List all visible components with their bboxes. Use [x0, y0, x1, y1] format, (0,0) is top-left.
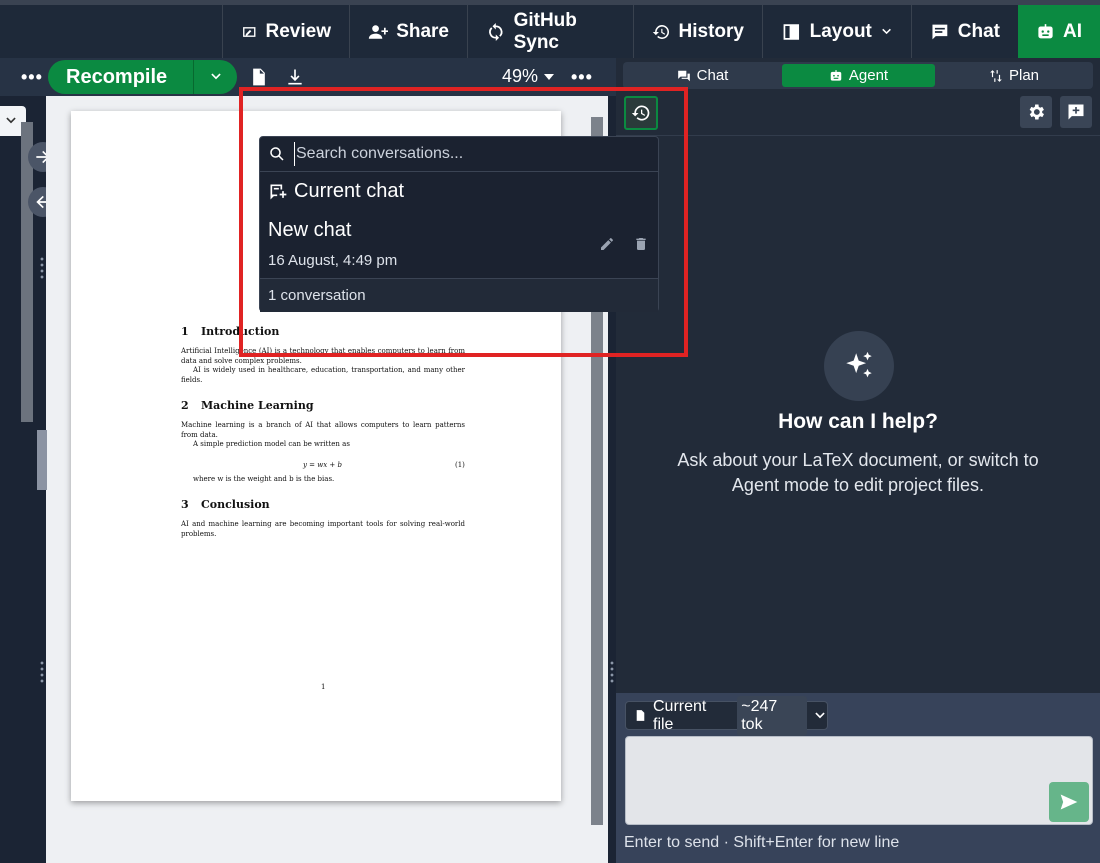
- layout-label: Layout: [809, 20, 872, 42]
- pencil-icon: [601, 238, 613, 250]
- empty-state-description: Ask about your LaTeX document, or switch…: [677, 450, 1039, 495]
- new-chat-icon: [270, 184, 287, 199]
- file-chip-label: Current file: [653, 697, 707, 733]
- top-toolbar: Review Share GitHub Sync History Layout …: [0, 0, 1100, 58]
- section-heading: 2 Machine Learning: [181, 399, 314, 412]
- paragraph: where w is the weight and b is the bias.: [193, 475, 335, 483]
- chevron-down-icon: [815, 712, 825, 718]
- paragraph: Artificial Intelligence (AI) is a techno…: [181, 347, 465, 384]
- send-button[interactable]: [1049, 782, 1089, 822]
- history-button[interactable]: History: [633, 5, 762, 58]
- expand-panel-tab[interactable]: [37, 430, 47, 490]
- conversation-title: New chat: [268, 219, 352, 241]
- chat-icon: [932, 24, 948, 39]
- conversation-date: 16 August, 4:49 pm: [268, 252, 398, 269]
- download-icon[interactable]: [285, 66, 305, 88]
- resize-handle-right[interactable]: [610, 660, 614, 684]
- paragraph: Machine learning is a branch of AI that …: [181, 421, 465, 448]
- robot-icon: [1038, 23, 1053, 38]
- layout-icon: [783, 23, 800, 40]
- sync-icon: [489, 22, 503, 41]
- empty-state-title: How can I help?: [778, 410, 938, 433]
- chevron-down-icon: [6, 117, 16, 124]
- recompile-button[interactable]: Recompile: [48, 60, 237, 94]
- equation: y = wx + b: [303, 461, 343, 469]
- conversation-count: 1 conversation: [260, 278, 658, 312]
- tab-agent-label: Agent: [848, 67, 889, 84]
- chat-bubbles-icon: [677, 70, 690, 81]
- zoom-value: 49%: [502, 66, 539, 86]
- pdf-more-button[interactable]: •••: [571, 68, 593, 86]
- toolbar-spacer: [0, 5, 222, 58]
- mode-tabs: Chat Agent Plan: [623, 62, 1093, 89]
- equation-number: (1): [455, 461, 465, 469]
- resize-handle-left-bottom[interactable]: [40, 660, 44, 684]
- new-chat-button[interactable]: [1060, 96, 1092, 128]
- message-input[interactable]: [625, 736, 1093, 825]
- tab-agent[interactable]: Agent: [782, 64, 935, 87]
- document-icon[interactable]: [249, 66, 269, 88]
- caret-down-icon: [544, 73, 555, 80]
- rename-button[interactable]: [599, 236, 615, 252]
- chat-label: Chat: [957, 20, 1000, 42]
- delete-button[interactable]: [633, 236, 649, 252]
- sparkles-icon: [824, 331, 894, 401]
- chat-button[interactable]: Chat: [911, 5, 1018, 58]
- current-chat-label: Current chat: [294, 180, 405, 202]
- token-count-badge: ~247 tok: [737, 695, 808, 736]
- review-label: Review: [265, 20, 331, 42]
- conversation-search: [260, 137, 658, 172]
- review-button[interactable]: Review: [222, 5, 349, 58]
- chevron-down-icon: [210, 73, 221, 80]
- tab-chat[interactable]: Chat: [625, 64, 780, 87]
- robot-icon: [830, 69, 842, 81]
- current-chat-item[interactable]: Current chat: [268, 180, 404, 203]
- search-icon: [270, 147, 284, 161]
- section-heading: 3 Conclusion: [181, 498, 270, 511]
- history-icon: [631, 105, 650, 121]
- history-label: History: [678, 20, 744, 42]
- history-icon: [652, 24, 670, 39]
- send-icon: [1060, 794, 1078, 810]
- resize-handle-left[interactable]: [40, 256, 44, 280]
- trash-icon: [636, 238, 646, 250]
- plan-icon: [990, 69, 1002, 82]
- recompile-dropdown[interactable]: [193, 60, 237, 94]
- ai-button[interactable]: AI: [1018, 5, 1100, 58]
- section-heading: 1 Introduction: [181, 325, 280, 338]
- search-input[interactable]: [294, 142, 634, 166]
- settings-button[interactable]: [1020, 96, 1052, 128]
- add-user-icon: [368, 24, 389, 39]
- share-label: Share: [396, 20, 449, 42]
- conversation-history-popup: Current chat New chat 16 August, 4:49 pm…: [259, 136, 659, 312]
- paragraph: AI and machine learning are becoming imp…: [181, 520, 465, 538]
- github-sync-button[interactable]: GitHub Sync: [467, 5, 633, 58]
- zoom-select[interactable]: 49%: [502, 66, 555, 87]
- tab-chat-label: Chat: [696, 67, 729, 84]
- ai-label: AI: [1063, 20, 1082, 42]
- github-sync-label: GitHub Sync: [513, 9, 577, 53]
- composer-hint: Enter to send · Shift+Enter for new line: [624, 834, 900, 851]
- context-file-chip[interactable]: Current file ~247 tok: [625, 695, 828, 736]
- layout-button[interactable]: Layout: [762, 5, 911, 58]
- conversation-item[interactable]: New chat 16 August, 4:49 pm: [260, 215, 658, 277]
- tab-plan[interactable]: Plan: [937, 64, 1091, 87]
- recompile-label: Recompile: [66, 65, 168, 88]
- gear-icon: [1029, 104, 1044, 120]
- panel-divider: [616, 135, 1100, 136]
- page-number: 1: [321, 683, 326, 691]
- tab-plan-label: Plan: [1008, 67, 1040, 84]
- add-comment-icon: [1068, 104, 1084, 120]
- review-icon: [243, 26, 256, 37]
- share-button[interactable]: Share: [349, 5, 467, 58]
- conversation-history-button[interactable]: [624, 96, 658, 130]
- more-options-button[interactable]: •••: [21, 68, 43, 86]
- chevron-down-icon: [882, 28, 891, 34]
- file-icon: [636, 710, 645, 721]
